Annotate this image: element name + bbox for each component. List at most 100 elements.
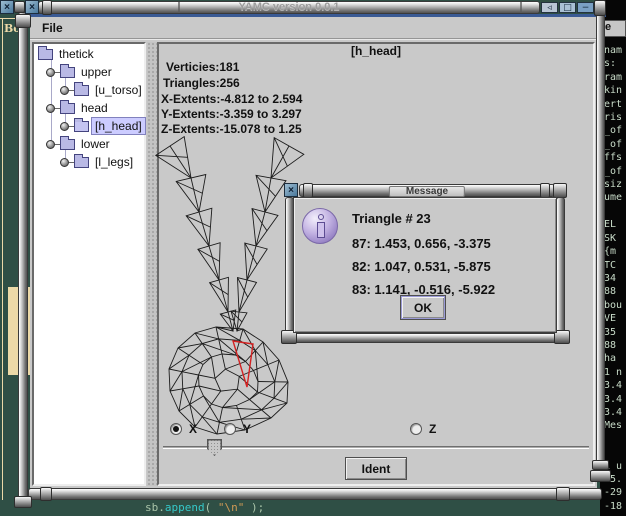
terminal-line: 3.4 <box>604 379 626 392</box>
terminal-line: ffs <box>604 151 626 164</box>
terminal-line: ha <box>604 352 626 365</box>
terminal-line: 3.4 <box>604 393 626 406</box>
panel-title: [h_head] <box>157 44 595 58</box>
pipe-foot <box>14 496 32 508</box>
stat-vertices: Verticies:181 <box>166 60 239 74</box>
tree-item-thetick[interactable]: thetick <box>56 46 97 62</box>
info-icon-stem <box>317 222 325 238</box>
code-token: append <box>165 501 205 514</box>
tree-expander-icon[interactable] <box>60 158 69 167</box>
stat-triangles: Triangles:256 <box>163 76 240 90</box>
pipe-joint <box>40 487 52 501</box>
dialog-vertex-line: 82: 1.047, 0.531, -5.875 <box>352 259 491 274</box>
dialog-close-icon[interactable]: × <box>284 183 298 197</box>
tree-row[interactable]: [h_head] <box>34 118 148 136</box>
model-tree-panel[interactable]: thetick upper [u_torso] head [h_head] lo… <box>32 42 146 486</box>
terminal-line: ris <box>604 111 626 124</box>
folder-icon <box>60 67 75 78</box>
pipe-joint <box>14 1 25 13</box>
tree-row[interactable]: [u_torso] <box>34 82 148 100</box>
desktop: Bo e nams:ramkinertris_of_offfs_ofsizume… <box>0 0 626 516</box>
terminal-line: ume <box>604 191 626 204</box>
pipe-elbow <box>553 183 567 198</box>
terminal-line: -18 <box>604 500 626 513</box>
editor-code-line: sb.append( "\n" ); <box>145 501 264 514</box>
ok-button[interactable]: OK <box>400 295 446 320</box>
terminal-line: 35 <box>604 326 626 339</box>
terminal-line: 88 <box>604 285 626 298</box>
window-left-border <box>18 12 28 500</box>
terminal-line: 34 <box>604 272 626 285</box>
back-window-close-icon[interactable]: × <box>0 0 14 14</box>
window-maximize-icon[interactable]: □ <box>559 2 576 13</box>
tree-row[interactable]: lower <box>34 136 148 154</box>
terminal-line: kin <box>604 84 626 97</box>
pipe-joint <box>303 183 313 198</box>
stat-x-extents: X-Extents:-4.812 to 2.594 <box>161 92 302 106</box>
dialog-titlebar[interactable]: Message <box>299 184 555 197</box>
window-bottom-border <box>28 488 602 500</box>
folder-icon <box>74 157 89 168</box>
info-icon-dot <box>318 214 324 220</box>
window-close-icon[interactable]: × <box>25 0 39 14</box>
radio-y[interactable] <box>224 423 236 435</box>
menu-file[interactable]: File <box>42 21 63 35</box>
radio-x-label: X <box>189 422 197 436</box>
tree-expander-icon[interactable] <box>46 140 55 149</box>
folder-icon <box>60 139 75 150</box>
stat-y-extents: Y-Extents:-3.359 to 3.297 <box>161 107 302 121</box>
terminal-line: EL <box>604 218 626 231</box>
tree-row[interactable]: [l_legs] <box>34 154 148 172</box>
window-title: YAMC version 0.0.1 <box>38 1 540 13</box>
tree-expander-icon[interactable] <box>60 86 69 95</box>
folder-icon <box>74 121 89 132</box>
dialog-title: Message <box>389 186 465 197</box>
tree-item-head[interactable]: head <box>78 100 111 116</box>
tree-row[interactable]: thetick <box>34 46 148 64</box>
terminal-line: s: <box>604 57 626 70</box>
dialog-vertex-line: 87: 1.453, 0.656, -3.375 <box>352 236 491 251</box>
terminal-line: 3.4 <box>604 406 626 419</box>
terminal-line: 1 n <box>604 366 626 379</box>
code-token: ( <box>205 501 218 514</box>
dialog-bottom-border <box>283 333 569 343</box>
terminal-line: TC <box>604 259 626 272</box>
dialog-heading: Triangle # 23 <box>352 211 431 226</box>
tree-row[interactable]: upper <box>34 64 148 82</box>
radio-x[interactable] <box>170 423 182 435</box>
terminal-line: ert <box>604 98 626 111</box>
pipe-joint <box>15 14 31 28</box>
tree-expander-icon[interactable] <box>46 68 55 77</box>
folder-icon <box>38 49 53 60</box>
terminal-text-column: nams:ramkinertris_of_offfs_ofsizume ELSK… <box>604 44 626 513</box>
tree-item-lower[interactable]: lower <box>78 136 113 152</box>
tree-expander-icon[interactable] <box>60 122 69 131</box>
ident-button[interactable]: Ident <box>345 457 407 480</box>
back-window-border <box>2 18 3 500</box>
stat-z-extents: Z-Extents:-15.078 to 1.25 <box>161 122 302 136</box>
radio-z[interactable] <box>410 423 422 435</box>
dialog-right-border <box>556 197 565 333</box>
pipe-joint <box>540 183 550 198</box>
slider-track[interactable] <box>163 446 589 449</box>
split-pane-divider[interactable] <box>147 42 157 486</box>
terminal-line: nam <box>604 44 626 57</box>
tree-item-h-head-selected[interactable]: [h_head] <box>92 118 145 134</box>
tree-row[interactable]: head <box>34 100 148 118</box>
tree-expander-icon[interactable] <box>46 104 55 113</box>
tree-item-upper[interactable]: upper <box>78 64 115 80</box>
radio-y-label: Y <box>243 422 251 436</box>
code-token: "\n" <box>218 501 245 514</box>
terminal-line: 88 <box>604 339 626 352</box>
window-right-border <box>596 14 605 464</box>
window-minimize-icon[interactable]: − <box>577 2 594 13</box>
window-shade-icon[interactable]: ◃ <box>541 2 558 13</box>
tree-item-l-legs[interactable]: [l_legs] <box>92 154 136 170</box>
menu-bar: File <box>30 17 597 40</box>
terminal-line: _of <box>604 165 626 178</box>
pipe-foot <box>590 470 611 482</box>
tree-item-u-torso[interactable]: [u_torso] <box>92 82 145 98</box>
pipe-foot <box>592 460 609 470</box>
terminal-line: Mes <box>604 419 626 432</box>
code-token: ); <box>244 501 264 514</box>
